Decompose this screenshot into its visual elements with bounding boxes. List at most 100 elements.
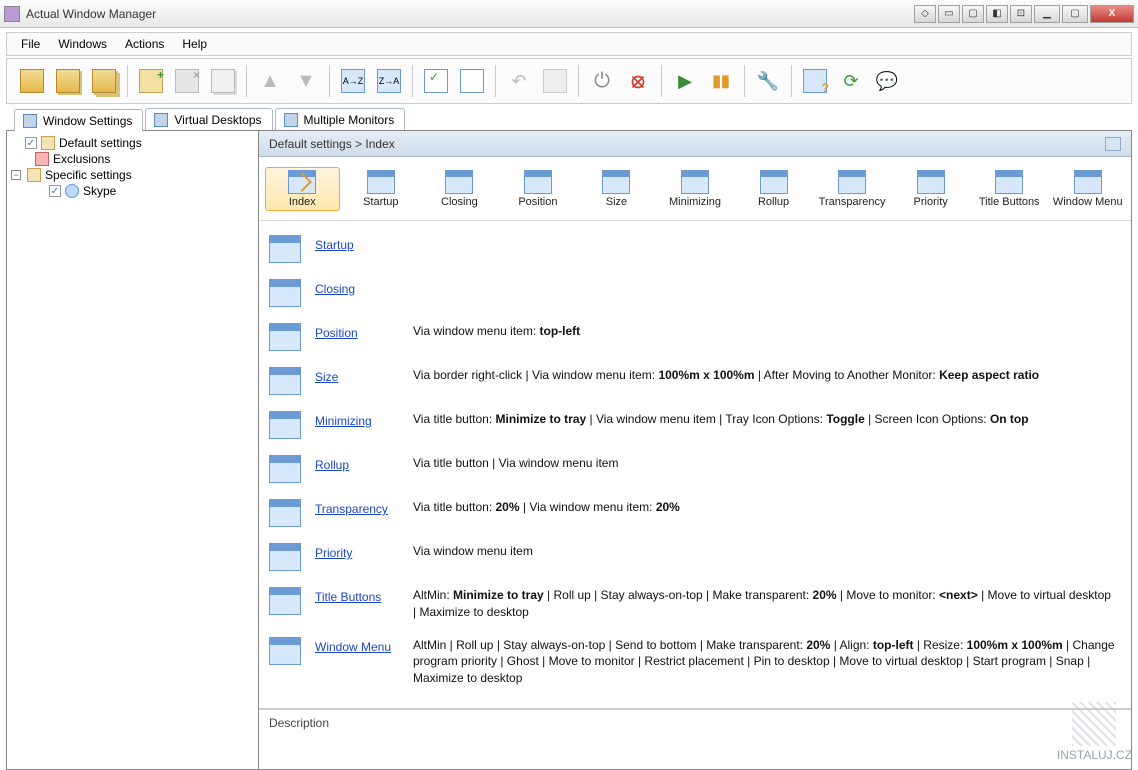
link-rollup[interactable]: Rollup — [315, 455, 399, 472]
category-toolbar: Index Startup Closing Position Size Mini… — [259, 157, 1131, 221]
row-closing: Closing — [265, 271, 1121, 315]
maximize-button[interactable]: ▢ — [1062, 5, 1088, 23]
check-all-button[interactable]: ✓ — [419, 64, 453, 98]
startup-icon — [367, 170, 395, 194]
menubar: File Windows Actions Help — [6, 32, 1132, 56]
tab-label: Window Settings — [43, 114, 132, 128]
window-settings-icon — [23, 114, 37, 128]
breadcrumb-text: Default settings > Index — [269, 137, 395, 151]
play-button[interactable]: ▶ — [668, 64, 702, 98]
tree-node-skype[interactable]: ✓ Skype — [9, 183, 256, 199]
title-buttons-icon — [995, 170, 1023, 194]
cat-transparency[interactable]: Transparency — [815, 167, 890, 211]
cat-closing[interactable]: Closing — [422, 167, 497, 211]
copy-item-button[interactable] — [206, 64, 240, 98]
link-size[interactable]: Size — [315, 367, 399, 384]
save-button[interactable] — [15, 64, 49, 98]
multiple-monitors-icon — [284, 113, 298, 127]
position-icon — [524, 170, 552, 194]
link-window-menu[interactable]: Window Menu — [315, 637, 399, 654]
new-item-button[interactable]: + — [134, 64, 168, 98]
link-position[interactable]: Position — [315, 323, 399, 340]
settings-tree: ✓ Default settings Exclusions − Specific… — [7, 131, 259, 769]
cat-title-buttons[interactable]: Title Buttons — [972, 167, 1047, 211]
uncheck-all-button[interactable] — [455, 64, 489, 98]
menu-windows[interactable]: Windows — [50, 34, 115, 54]
delete-item-button[interactable]: × — [170, 64, 204, 98]
move-down-button[interactable]: ▼ — [289, 64, 323, 98]
tab-multiple-monitors[interactable]: Multiple Monitors — [275, 108, 406, 130]
title-buttons-icon — [269, 587, 301, 615]
cat-label: Startup — [363, 196, 398, 208]
menu-file[interactable]: File — [13, 34, 48, 54]
desc-size: Via border right-click | Via window menu… — [413, 367, 1039, 384]
desc-position: Via window menu item: top-left — [413, 323, 580, 340]
cat-rollup[interactable]: Rollup — [736, 167, 811, 211]
transparency-icon — [838, 170, 866, 194]
help-topics-button[interactable]: ? — [798, 64, 832, 98]
close-button[interactable]: X — [1090, 5, 1134, 23]
feedback-button[interactable]: 💬 — [870, 64, 904, 98]
cat-minimizing[interactable]: Minimizing — [658, 167, 733, 211]
collapse-icon[interactable]: − — [11, 170, 21, 180]
sort-az-button[interactable]: A→Z — [336, 64, 370, 98]
move-up-button[interactable]: ▲ — [253, 64, 287, 98]
tree-node-exclusions[interactable]: Exclusions — [9, 151, 256, 167]
cat-startup[interactable]: Startup — [344, 167, 419, 211]
link-minimizing[interactable]: Minimizing — [315, 411, 399, 428]
tab-label: Virtual Desktops — [174, 113, 261, 127]
cat-label: Index — [289, 196, 316, 208]
checkbox-icon[interactable]: ✓ — [49, 185, 61, 197]
link-startup[interactable]: Startup — [315, 235, 399, 252]
shutdown-button[interactable]: ⏻ — [585, 64, 619, 98]
exclusions-icon — [35, 152, 49, 166]
cat-label: Title Buttons — [979, 196, 1040, 208]
titlebar: Actual Window Manager ◇ ▭ ▢ ◧ ⊡ ▁ ▢ X — [0, 0, 1138, 28]
link-priority[interactable]: Priority — [315, 543, 399, 560]
cat-index[interactable]: Index — [265, 167, 340, 211]
save-as-button[interactable] — [87, 64, 121, 98]
desc-minimizing: Via title button: Minimize to tray | Via… — [413, 411, 1029, 428]
cat-position[interactable]: Position — [501, 167, 576, 211]
link-closing[interactable]: Closing — [315, 279, 399, 296]
titlebar-extra-3-button[interactable]: ▢ — [962, 5, 984, 23]
checkbox-icon[interactable]: ✓ — [25, 137, 37, 149]
cat-priority[interactable]: Priority — [893, 167, 968, 211]
watermark: INSTALUJ.CZ — [1057, 702, 1132, 762]
desc-window-menu: AltMin | Roll up | Stay always-on-top | … — [413, 637, 1117, 687]
titlebar-extra-1-button[interactable]: ◇ — [914, 5, 936, 23]
update-button[interactable]: ⟳ — [834, 64, 868, 98]
index-icon — [288, 170, 316, 194]
menu-help[interactable]: Help — [174, 34, 215, 54]
redo-button[interactable] — [538, 64, 572, 98]
undo-button[interactable]: ↶ — [502, 64, 536, 98]
sort-za-button[interactable]: Z→A — [372, 64, 406, 98]
row-size: Size Via border right-click | Via window… — [265, 359, 1121, 403]
link-title-buttons[interactable]: Title Buttons — [315, 587, 399, 604]
tools-button[interactable]: 🔧 — [751, 64, 785, 98]
cat-size[interactable]: Size — [579, 167, 654, 211]
titlebar-extra-5-button[interactable]: ⊡ — [1010, 5, 1032, 23]
cat-window-menu[interactable]: Window Menu — [1050, 167, 1125, 211]
tab-virtual-desktops[interactable]: Virtual Desktops — [145, 108, 272, 130]
link-transparency[interactable]: Transparency — [315, 499, 399, 516]
stop-button[interactable]: ⦻ — [621, 64, 655, 98]
pause-button[interactable]: ▮▮ — [704, 64, 738, 98]
tree-node-default-settings[interactable]: ✓ Default settings — [9, 135, 256, 151]
settings-list: Startup Closing Position Via window menu… — [259, 221, 1131, 709]
pane-maximize-button[interactable] — [1105, 137, 1121, 151]
cat-label: Rollup — [758, 196, 789, 208]
window-menu-icon — [269, 637, 301, 665]
save-all-button[interactable] — [51, 64, 85, 98]
minimize-button[interactable]: ▁ — [1034, 5, 1060, 23]
titlebar-extra-4-button[interactable]: ◧ — [986, 5, 1008, 23]
tree-node-specific-settings[interactable]: − Specific settings — [9, 167, 256, 183]
titlebar-extra-2-button[interactable]: ▭ — [938, 5, 960, 23]
tab-window-settings[interactable]: Window Settings — [14, 109, 143, 131]
row-position: Position Via window menu item: top-left — [265, 315, 1121, 359]
watermark-logo-icon — [1072, 702, 1116, 746]
cat-label: Window Menu — [1053, 196, 1123, 208]
cat-label: Transparency — [819, 196, 886, 208]
menu-actions[interactable]: Actions — [117, 34, 172, 54]
row-window-menu: Window Menu AltMin | Roll up | Stay alwa… — [265, 629, 1121, 695]
